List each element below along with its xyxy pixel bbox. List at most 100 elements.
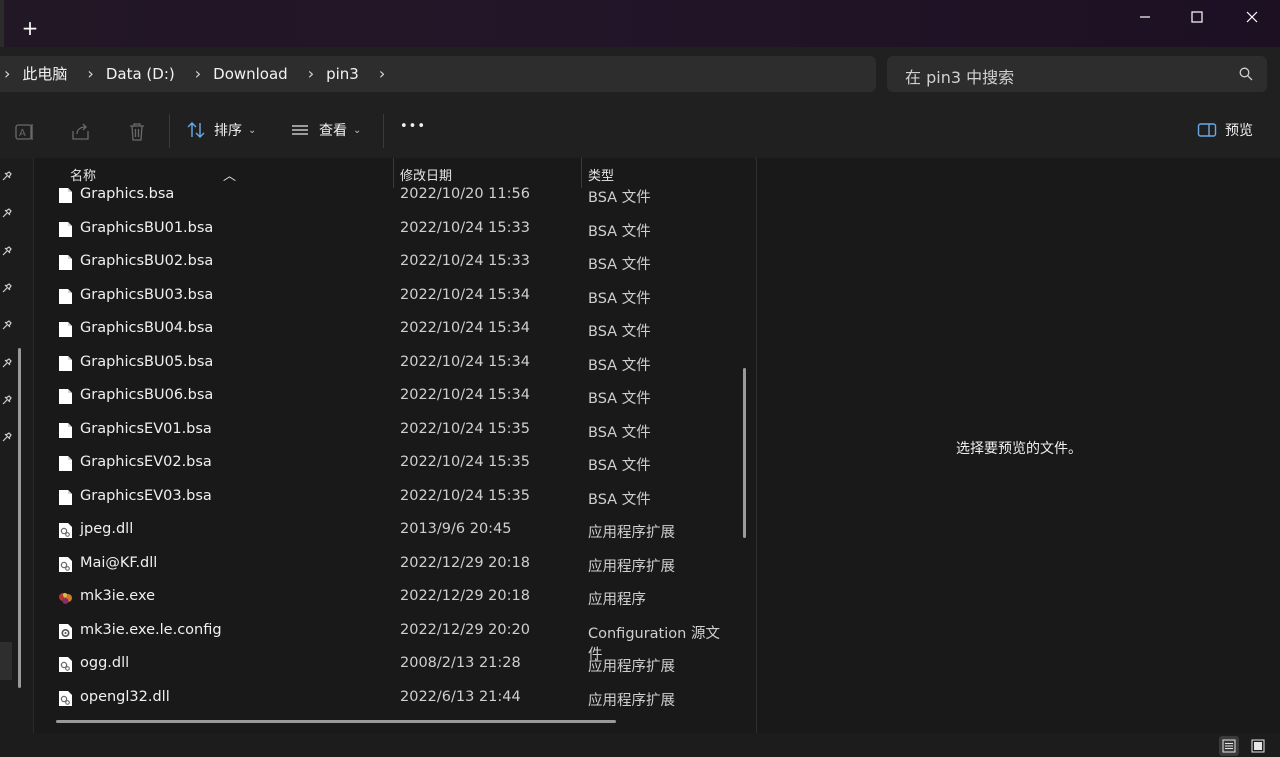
maximize-button[interactable] bbox=[1171, 0, 1223, 34]
file-type: BSA 文件 bbox=[588, 290, 651, 307]
file-icon bbox=[59, 188, 72, 203]
pin-icon bbox=[2, 171, 12, 181]
file-row[interactable]: GraphicsBU06.bsa 2022/10/24 15:34 BSA 文件 bbox=[34, 379, 734, 413]
chevron-right-icon[interactable]: › bbox=[67, 56, 105, 92]
exe-icon bbox=[59, 593, 72, 604]
tiles-view-button[interactable] bbox=[1248, 736, 1268, 756]
file-type: 应用程序 bbox=[588, 592, 646, 608]
file-name[interactable]: GraphicsBU06.bsa bbox=[80, 387, 213, 403]
preview-pane: 选择要预览的文件。 bbox=[756, 158, 1280, 733]
search-input[interactable]: 在 pin3 中搜索 bbox=[887, 56, 1267, 92]
file-row[interactable]: Mai@KF.dll 2022/12/29 20:18 应用程序扩展 bbox=[34, 547, 734, 581]
close-icon bbox=[1246, 11, 1258, 23]
chevron-right-icon[interactable]: › bbox=[175, 56, 213, 92]
file-name[interactable]: Mai@KF.dll bbox=[80, 555, 157, 571]
breadcrumb-item-pin3[interactable]: pin3 bbox=[326, 56, 359, 92]
new-tab-button[interactable]: + bbox=[16, 14, 44, 42]
address-row: › 此电脑 › Data (D:) › Download › pin3 › 在 … bbox=[0, 47, 1280, 105]
file-row[interactable]: GraphicsEV02.bsa 2022/10/24 15:35 BSA 文件 bbox=[34, 446, 734, 480]
pin-icon bbox=[2, 283, 12, 293]
horizontal-scrollbar[interactable] bbox=[56, 720, 616, 723]
file-modified-date: 2022/12/29 20:18 bbox=[400, 554, 530, 571]
chevron-right-icon[interactable]: › bbox=[288, 56, 326, 92]
vertical-scrollbar[interactable] bbox=[743, 368, 746, 538]
file-modified-date: 2022/10/24 15:33 bbox=[400, 219, 530, 236]
file-name[interactable]: Graphics.bsa bbox=[80, 186, 174, 202]
file-row[interactable]: GraphicsEV03.bsa 2022/10/24 15:35 BSA 文件 bbox=[34, 480, 734, 514]
file-row[interactable]: opengl32.dll 2022/6/13 21:44 应用程序扩展 bbox=[34, 681, 734, 715]
file-name[interactable]: mk3ie.exe bbox=[80, 588, 155, 604]
delete-icon[interactable] bbox=[126, 121, 148, 143]
pin-icon bbox=[2, 246, 12, 256]
sort-button[interactable]: 排序 ⌄ bbox=[186, 120, 256, 140]
preview-label: 预览 bbox=[1225, 123, 1253, 139]
file-name[interactable]: ogg.dll bbox=[80, 655, 129, 671]
file-name[interactable]: opengl32.dll bbox=[80, 689, 170, 705]
file-name[interactable]: GraphicsEV01.bsa bbox=[80, 421, 212, 437]
nav-scrollbar[interactable] bbox=[18, 348, 21, 688]
file-modified-date: 2022/10/24 15:34 bbox=[400, 320, 530, 336]
nav-selected-item[interactable] bbox=[0, 642, 12, 680]
file-icon bbox=[59, 489, 72, 505]
file-modified-date: 2022/10/24 15:34 bbox=[400, 286, 530, 303]
more-options-button[interactable]: ••• bbox=[400, 119, 426, 134]
file-modified-date: 2008/2/13 21:28 bbox=[400, 655, 521, 671]
file-type: BSA 文件 bbox=[588, 491, 651, 508]
dll-icon bbox=[59, 556, 72, 572]
file-row[interactable]: mk3ie.exe 2022/12/29 20:18 应用程序 bbox=[34, 580, 734, 614]
file-row[interactable]: ogg.dll 2008/2/13 21:28 应用程序扩展 bbox=[34, 647, 734, 681]
file-type: BSA 文件 bbox=[588, 458, 651, 474]
file-icon bbox=[59, 322, 72, 337]
file-modified-date: 2022/10/24 15:34 bbox=[400, 387, 530, 403]
chevron-down-icon: ⌄ bbox=[353, 124, 362, 136]
file-name[interactable]: jpeg.dll bbox=[80, 521, 133, 537]
tab-edge bbox=[0, 0, 4, 47]
chevron-right-icon[interactable]: › bbox=[359, 56, 397, 92]
file-name[interactable]: GraphicsBU03.bsa bbox=[80, 287, 213, 303]
config-icon bbox=[59, 623, 72, 639]
chevron-right-icon[interactable]: › bbox=[0, 56, 22, 92]
file-type: BSA 文件 bbox=[588, 424, 651, 441]
breadcrumb-item-drive[interactable]: Data (D:) bbox=[106, 56, 175, 92]
breadcrumb-item-this-pc[interactable]: 此电脑 bbox=[22, 56, 67, 92]
file-row[interactable]: jpeg.dll 2013/9/6 20:45 应用程序扩展 bbox=[34, 513, 734, 547]
file-modified-date: 2022/10/24 15:35 bbox=[400, 420, 530, 437]
file-modified-date: 2022/10/20 11:56 bbox=[400, 186, 530, 202]
file-name[interactable]: GraphicsEV03.bsa bbox=[80, 488, 212, 504]
file-row[interactable]: GraphicsBU01.bsa 2022/10/24 15:33 BSA 文件 bbox=[34, 212, 734, 246]
file-row[interactable]: GraphicsBU02.bsa 2022/10/24 15:33 BSA 文件 bbox=[34, 245, 734, 279]
file-row[interactable]: GraphicsBU04.bsa 2022/10/24 15:34 BSA 文件 bbox=[34, 312, 734, 346]
file-name[interactable]: GraphicsBU02.bsa bbox=[80, 253, 213, 269]
details-view-button[interactable] bbox=[1219, 736, 1239, 756]
file-row[interactable]: GraphicsBU03.bsa 2022/10/24 15:34 BSA 文件 bbox=[34, 279, 734, 313]
navigation-pane[interactable] bbox=[0, 158, 34, 733]
share-icon[interactable] bbox=[70, 121, 92, 143]
preview-pane-icon bbox=[1197, 123, 1217, 137]
file-name[interactable]: mk3ie.exe.le.config bbox=[80, 622, 222, 638]
details-view-icon bbox=[1222, 739, 1236, 753]
file-name[interactable]: GraphicsBU05.bsa bbox=[80, 354, 213, 370]
pin-icon bbox=[2, 320, 12, 330]
view-button[interactable]: 查看 ⌄ bbox=[290, 120, 361, 140]
address-bar[interactable]: › 此电脑 › Data (D:) › Download › pin3 › bbox=[0, 56, 876, 92]
breadcrumb-item-download[interactable]: Download bbox=[213, 56, 288, 92]
file-row[interactable]: mk3ie.exe.le.config 2022/12/29 20:20 Confi… bbox=[34, 614, 734, 663]
minimize-button[interactable] bbox=[1119, 0, 1171, 34]
file-row[interactable]: Graphics.bsa 2022/10/20 11:56 BSA 文件 bbox=[34, 178, 734, 212]
rename-icon[interactable]: A bbox=[14, 121, 36, 143]
file-row[interactable]: GraphicsEV01.bsa 2022/10/24 15:35 BSA 文件 bbox=[34, 413, 734, 447]
dll-icon bbox=[59, 690, 72, 706]
close-button[interactable] bbox=[1226, 0, 1278, 34]
file-type: 应用程序扩展 bbox=[588, 525, 675, 541]
pin-icon bbox=[2, 395, 12, 405]
file-name[interactable]: GraphicsBU01.bsa bbox=[80, 220, 213, 236]
file-list[interactable]: ︿ 名称 修改日期 类型 Graphics.bsa 2022/10/20 11:5… bbox=[34, 158, 755, 733]
file-row[interactable]: GraphicsBU05.bsa 2022/10/24 15:34 BSA 文件 bbox=[34, 346, 734, 380]
preview-pane-button[interactable]: 预览 bbox=[1197, 120, 1253, 140]
search-icon[interactable] bbox=[1239, 67, 1253, 81]
file-name[interactable]: GraphicsEV02.bsa bbox=[80, 454, 212, 470]
file-name[interactable]: GraphicsBU04.bsa bbox=[80, 320, 213, 336]
svg-text:A: A bbox=[19, 128, 26, 139]
file-type: BSA 文件 bbox=[588, 223, 651, 240]
file-type: 应用程序扩展 bbox=[588, 659, 675, 675]
